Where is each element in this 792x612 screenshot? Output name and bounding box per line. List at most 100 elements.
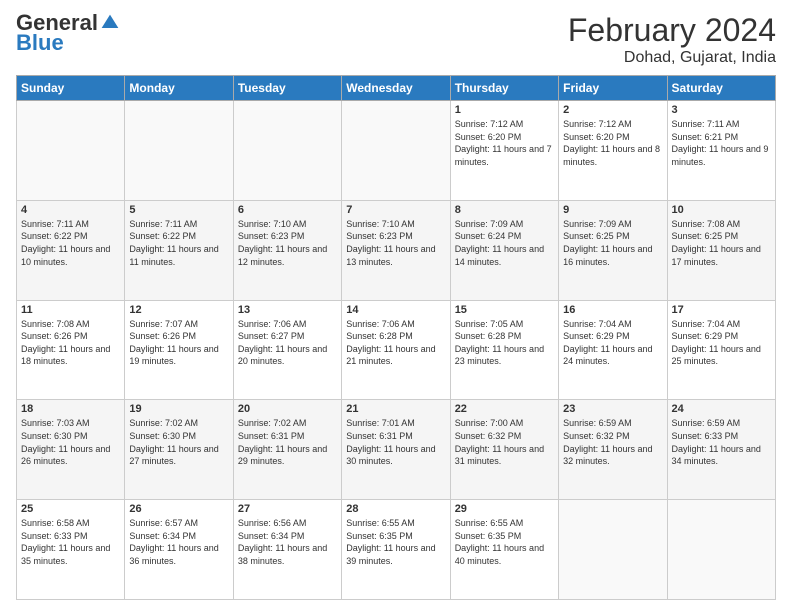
table-row: 28 Sunrise: 6:55 AMSunset: 6:35 PMDayligh…: [342, 500, 450, 600]
day-number: 28: [346, 503, 445, 515]
logo-blue-text: Blue: [16, 32, 64, 54]
table-row: 26 Sunrise: 6:57 AMSunset: 6:34 PMDayligh…: [125, 500, 233, 600]
calendar-table: Sunday Monday Tuesday Wednesday Thursday…: [16, 75, 776, 600]
day-info: Sunrise: 7:08 AMSunset: 6:25 PMDaylight:…: [672, 218, 771, 268]
table-row: [667, 500, 775, 600]
calendar-week-row: 1 Sunrise: 7:12 AMSunset: 6:20 PMDaylight…: [17, 101, 776, 201]
day-number: 27: [238, 503, 337, 515]
table-row: 14 Sunrise: 7:06 AMSunset: 6:28 PMDayligh…: [342, 300, 450, 400]
day-info: Sunrise: 7:08 AMSunset: 6:26 PMDaylight:…: [21, 318, 120, 368]
table-row: 3 Sunrise: 7:11 AMSunset: 6:21 PMDaylight…: [667, 101, 775, 201]
table-row: 7 Sunrise: 7:10 AMSunset: 6:23 PMDaylight…: [342, 200, 450, 300]
day-number: 22: [455, 403, 554, 415]
month-title: February 2024: [568, 12, 776, 49]
calendar-week-row: 25 Sunrise: 6:58 AMSunset: 6:33 PMDayligh…: [17, 500, 776, 600]
day-number: 7: [346, 204, 445, 216]
day-number: 2: [563, 104, 662, 116]
day-number: 14: [346, 304, 445, 316]
day-info: Sunrise: 7:03 AMSunset: 6:30 PMDaylight:…: [21, 417, 120, 467]
day-info: Sunrise: 7:11 AMSunset: 6:21 PMDaylight:…: [672, 118, 771, 168]
day-info: Sunrise: 7:11 AMSunset: 6:22 PMDaylight:…: [21, 218, 120, 268]
table-row: [559, 500, 667, 600]
day-number: 26: [129, 503, 228, 515]
table-row: 25 Sunrise: 6:58 AMSunset: 6:33 PMDayligh…: [17, 500, 125, 600]
day-number: 1: [455, 104, 554, 116]
table-row: 21 Sunrise: 7:01 AMSunset: 6:31 PMDayligh…: [342, 400, 450, 500]
day-info: Sunrise: 7:00 AMSunset: 6:32 PMDaylight:…: [455, 417, 554, 467]
table-row: 18 Sunrise: 7:03 AMSunset: 6:30 PMDayligh…: [17, 400, 125, 500]
day-info: Sunrise: 6:59 AMSunset: 6:32 PMDaylight:…: [563, 417, 662, 467]
day-number: 4: [21, 204, 120, 216]
table-row: 9Sunrise: 7:09 AMSunset: 6:25 PMDaylight…: [559, 200, 667, 300]
day-number: 21: [346, 403, 445, 415]
day-info: Sunrise: 7:01 AMSunset: 6:31 PMDaylight:…: [346, 417, 445, 467]
day-number: 19: [129, 403, 228, 415]
day-number: 18: [21, 403, 120, 415]
table-row: 16 Sunrise: 7:04 AMSunset: 6:29 PMDayligh…: [559, 300, 667, 400]
table-row: 12Sunrise: 7:07 AMSunset: 6:26 PMDayligh…: [125, 300, 233, 400]
table-row: [125, 101, 233, 201]
day-number: 10: [672, 204, 771, 216]
table-row: 24Sunrise: 6:59 AMSunset: 6:33 PMDayligh…: [667, 400, 775, 500]
day-number: 6: [238, 204, 337, 216]
table-row: 19 Sunrise: 7:02 AMSunset: 6:30 PMDayligh…: [125, 400, 233, 500]
calendar-week-row: 18 Sunrise: 7:03 AMSunset: 6:30 PMDayligh…: [17, 400, 776, 500]
day-number: 23: [563, 403, 662, 415]
day-number: 25: [21, 503, 120, 515]
logo: General Blue: [16, 12, 120, 54]
table-row: 6 Sunrise: 7:10 AMSunset: 6:23 PMDaylight…: [233, 200, 341, 300]
day-number: 12: [129, 304, 228, 316]
day-info: Sunrise: 6:55 AMSunset: 6:35 PMDaylight:…: [455, 517, 554, 567]
table-row: 13 Sunrise: 7:06 AMSunset: 6:27 PMDayligh…: [233, 300, 341, 400]
day-number: 20: [238, 403, 337, 415]
col-saturday: Saturday: [667, 76, 775, 101]
table-row: 5Sunrise: 7:11 AMSunset: 6:22 PMDaylight…: [125, 200, 233, 300]
day-info: Sunrise: 7:12 AMSunset: 6:20 PMDaylight:…: [563, 118, 662, 168]
day-info: Sunrise: 6:58 AMSunset: 6:33 PMDaylight:…: [21, 517, 120, 567]
col-friday: Friday: [559, 76, 667, 101]
table-row: 11 Sunrise: 7:08 AMSunset: 6:26 PMDayligh…: [17, 300, 125, 400]
calendar-week-row: 4 Sunrise: 7:11 AMSunset: 6:22 PMDaylight…: [17, 200, 776, 300]
header-row: Sunday Monday Tuesday Wednesday Thursday…: [17, 76, 776, 101]
col-thursday: Thursday: [450, 76, 558, 101]
day-number: 24: [672, 403, 771, 415]
calendar-body: 1 Sunrise: 7:12 AMSunset: 6:20 PMDaylight…: [17, 101, 776, 600]
day-info: Sunrise: 7:04 AMSunset: 6:29 PMDaylight:…: [563, 318, 662, 368]
day-number: 16: [563, 304, 662, 316]
table-row: [233, 101, 341, 201]
table-row: 15Sunrise: 7:05 AMSunset: 6:28 PMDayligh…: [450, 300, 558, 400]
day-info: Sunrise: 7:06 AMSunset: 6:27 PMDaylight:…: [238, 318, 337, 368]
logo-icon: [100, 13, 120, 33]
day-info: Sunrise: 7:02 AMSunset: 6:30 PMDaylight:…: [129, 417, 228, 467]
day-info: Sunrise: 7:02 AMSunset: 6:31 PMDaylight:…: [238, 417, 337, 467]
day-info: Sunrise: 7:11 AMSunset: 6:22 PMDaylight:…: [129, 218, 228, 268]
col-monday: Monday: [125, 76, 233, 101]
day-info: Sunrise: 6:55 AMSunset: 6:35 PMDaylight:…: [346, 517, 445, 567]
page: General Blue February 2024 Dohad, Gujara…: [0, 0, 792, 612]
header-right: February 2024 Dohad, Gujarat, India: [568, 12, 776, 67]
day-info: Sunrise: 7:06 AMSunset: 6:28 PMDaylight:…: [346, 318, 445, 368]
day-number: 11: [21, 304, 120, 316]
col-tuesday: Tuesday: [233, 76, 341, 101]
table-row: 17Sunrise: 7:04 AMSunset: 6:29 PMDayligh…: [667, 300, 775, 400]
day-number: 3: [672, 104, 771, 116]
table-row: 4 Sunrise: 7:11 AMSunset: 6:22 PMDaylight…: [17, 200, 125, 300]
day-number: 17: [672, 304, 771, 316]
col-sunday: Sunday: [17, 76, 125, 101]
day-info: Sunrise: 6:57 AMSunset: 6:34 PMDaylight:…: [129, 517, 228, 567]
day-number: 13: [238, 304, 337, 316]
table-row: 8Sunrise: 7:09 AMSunset: 6:24 PMDaylight…: [450, 200, 558, 300]
table-row: 10 Sunrise: 7:08 AMSunset: 6:25 PMDayligh…: [667, 200, 775, 300]
day-number: 8: [455, 204, 554, 216]
day-info: Sunrise: 7:12 AMSunset: 6:20 PMDaylight:…: [455, 118, 554, 168]
table-row: [17, 101, 125, 201]
day-number: 15: [455, 304, 554, 316]
location: Dohad, Gujarat, India: [568, 49, 776, 67]
table-row: 22 Sunrise: 7:00 AMSunset: 6:32 PMDayligh…: [450, 400, 558, 500]
header: General Blue February 2024 Dohad, Gujara…: [16, 12, 776, 67]
calendar-header: Sunday Monday Tuesday Wednesday Thursday…: [17, 76, 776, 101]
day-info: Sunrise: 7:10 AMSunset: 6:23 PMDaylight:…: [238, 218, 337, 268]
day-info: Sunrise: 7:10 AMSunset: 6:23 PMDaylight:…: [346, 218, 445, 268]
day-number: 29: [455, 503, 554, 515]
table-row: 27Sunrise: 6:56 AMSunset: 6:34 PMDayligh…: [233, 500, 341, 600]
